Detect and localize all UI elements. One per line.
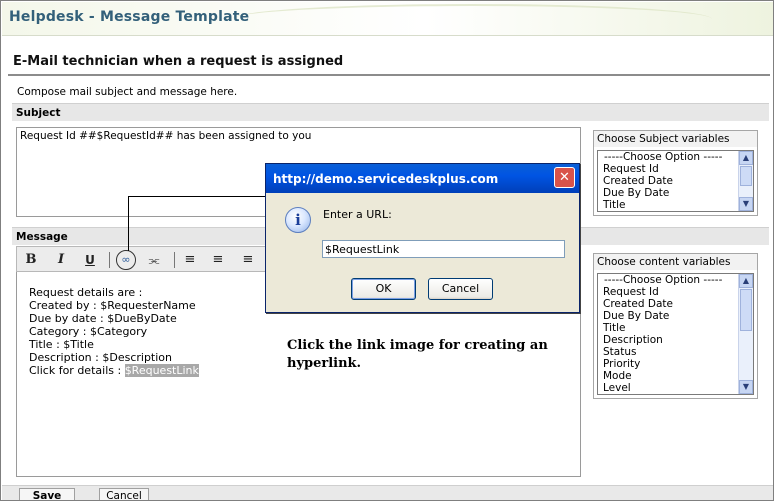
bold-button[interactable]: B bbox=[22, 251, 40, 269]
cancel-button[interactable]: Cancel bbox=[99, 488, 149, 500]
list-item[interactable]: Priority bbox=[598, 358, 753, 370]
dialog-prompt: Enter a URL: bbox=[323, 208, 392, 221]
remove-link-icon[interactable]: ⫘ bbox=[145, 251, 163, 269]
close-icon[interactable]: ✕ bbox=[554, 167, 575, 188]
content-variables-panel: Choose content variables -----Choose Opt… bbox=[593, 253, 758, 399]
dialog-title: http://demo.servicedeskplus.com bbox=[273, 172, 499, 186]
list-item[interactable]: Title bbox=[598, 199, 753, 211]
list-item[interactable]: Level bbox=[598, 382, 753, 394]
content-variables-caption: Choose content variables bbox=[594, 254, 757, 270]
list-item[interactable]: Title bbox=[598, 322, 753, 334]
subject-variables-caption: Choose Subject variables bbox=[594, 131, 757, 147]
intro-text: Compose mail subject and message here. bbox=[17, 86, 238, 98]
app-title: Helpdesk - Message Template bbox=[9, 9, 250, 25]
list-item[interactable]: Request Id bbox=[598, 163, 753, 175]
info-icon: i bbox=[285, 207, 311, 233]
callout-connector bbox=[128, 196, 266, 197]
underline-button[interactable]: U bbox=[81, 251, 99, 269]
list-item[interactable]: Due By Date bbox=[598, 310, 753, 322]
scroll-thumb[interactable] bbox=[740, 289, 752, 331]
scroll-up-icon[interactable]: ▲ bbox=[739, 274, 753, 288]
list-item[interactable]: Created Date bbox=[598, 298, 753, 310]
insert-link-icon[interactable]: ∞ bbox=[116, 250, 136, 270]
subject-label: Subject bbox=[12, 103, 769, 121]
app-window: Helpdesk - Message Template E-Mail techn… bbox=[0, 0, 774, 501]
header-swoosh-decoration bbox=[232, 4, 712, 34]
content-variables-scrollbar[interactable]: ▲ ▼ bbox=[738, 274, 753, 394]
list-item[interactable]: Request Id bbox=[598, 286, 753, 298]
selected-link-text[interactable]: $RequestLink bbox=[124, 364, 199, 377]
italic-button[interactable]: I bbox=[52, 251, 70, 269]
list-item[interactable]: Description bbox=[598, 334, 753, 346]
dialog-cancel-button[interactable]: Cancel bbox=[428, 278, 493, 300]
url-prompt-dialog: http://demo.servicedeskplus.com ✕ i Ente… bbox=[265, 163, 580, 313]
section-divider bbox=[8, 74, 770, 76]
callout-connector bbox=[128, 196, 129, 251]
ok-button[interactable]: OK bbox=[351, 278, 416, 300]
instruction-caption: Click the link image for creating an hyp… bbox=[287, 338, 548, 371]
list-item[interactable]: Status bbox=[598, 346, 753, 358]
dialog-title-bar: http://demo.servicedeskplus.com ✕ bbox=[266, 164, 579, 193]
url-input[interactable] bbox=[322, 240, 565, 258]
list-item[interactable]: -----Choose Option ----- bbox=[598, 274, 753, 286]
list-item[interactable]: -----Choose Option ----- bbox=[598, 151, 753, 163]
scroll-up-icon[interactable]: ▲ bbox=[739, 151, 753, 165]
link-line-prefix: Click for details : bbox=[29, 364, 125, 377]
app-header: Helpdesk - Message Template bbox=[2, 2, 773, 36]
subject-variables-scrollbar[interactable]: ▲ ▼ bbox=[738, 151, 753, 211]
list-item[interactable]: Mode bbox=[598, 370, 753, 382]
toolbar-separator bbox=[109, 252, 110, 268]
subject-variables-list[interactable]: -----Choose Option ----- Request Id Crea… bbox=[597, 150, 754, 212]
list-item[interactable]: Created Date bbox=[598, 175, 753, 187]
message-line: Due by date : $DueByDate bbox=[29, 312, 177, 325]
save-button[interactable]: Save bbox=[19, 488, 75, 500]
section-title: E-Mail technician when a request is assi… bbox=[13, 54, 344, 69]
scroll-down-icon[interactable]: ▼ bbox=[739, 380, 753, 394]
scroll-thumb[interactable] bbox=[740, 166, 752, 186]
subject-variables-panel: Choose Subject variables -----Choose Opt… bbox=[593, 130, 758, 216]
scroll-down-icon[interactable]: ▼ bbox=[739, 197, 753, 211]
content-variables-list[interactable]: -----Choose Option ----- Request Id Crea… bbox=[597, 273, 754, 395]
align-right-icon[interactable]: ≡ bbox=[239, 251, 257, 269]
toolbar-separator bbox=[174, 252, 175, 268]
align-center-icon[interactable]: ≡ bbox=[209, 251, 227, 269]
align-left-icon[interactable]: ≡ bbox=[181, 251, 199, 269]
list-item[interactable]: Due By Date bbox=[598, 187, 753, 199]
